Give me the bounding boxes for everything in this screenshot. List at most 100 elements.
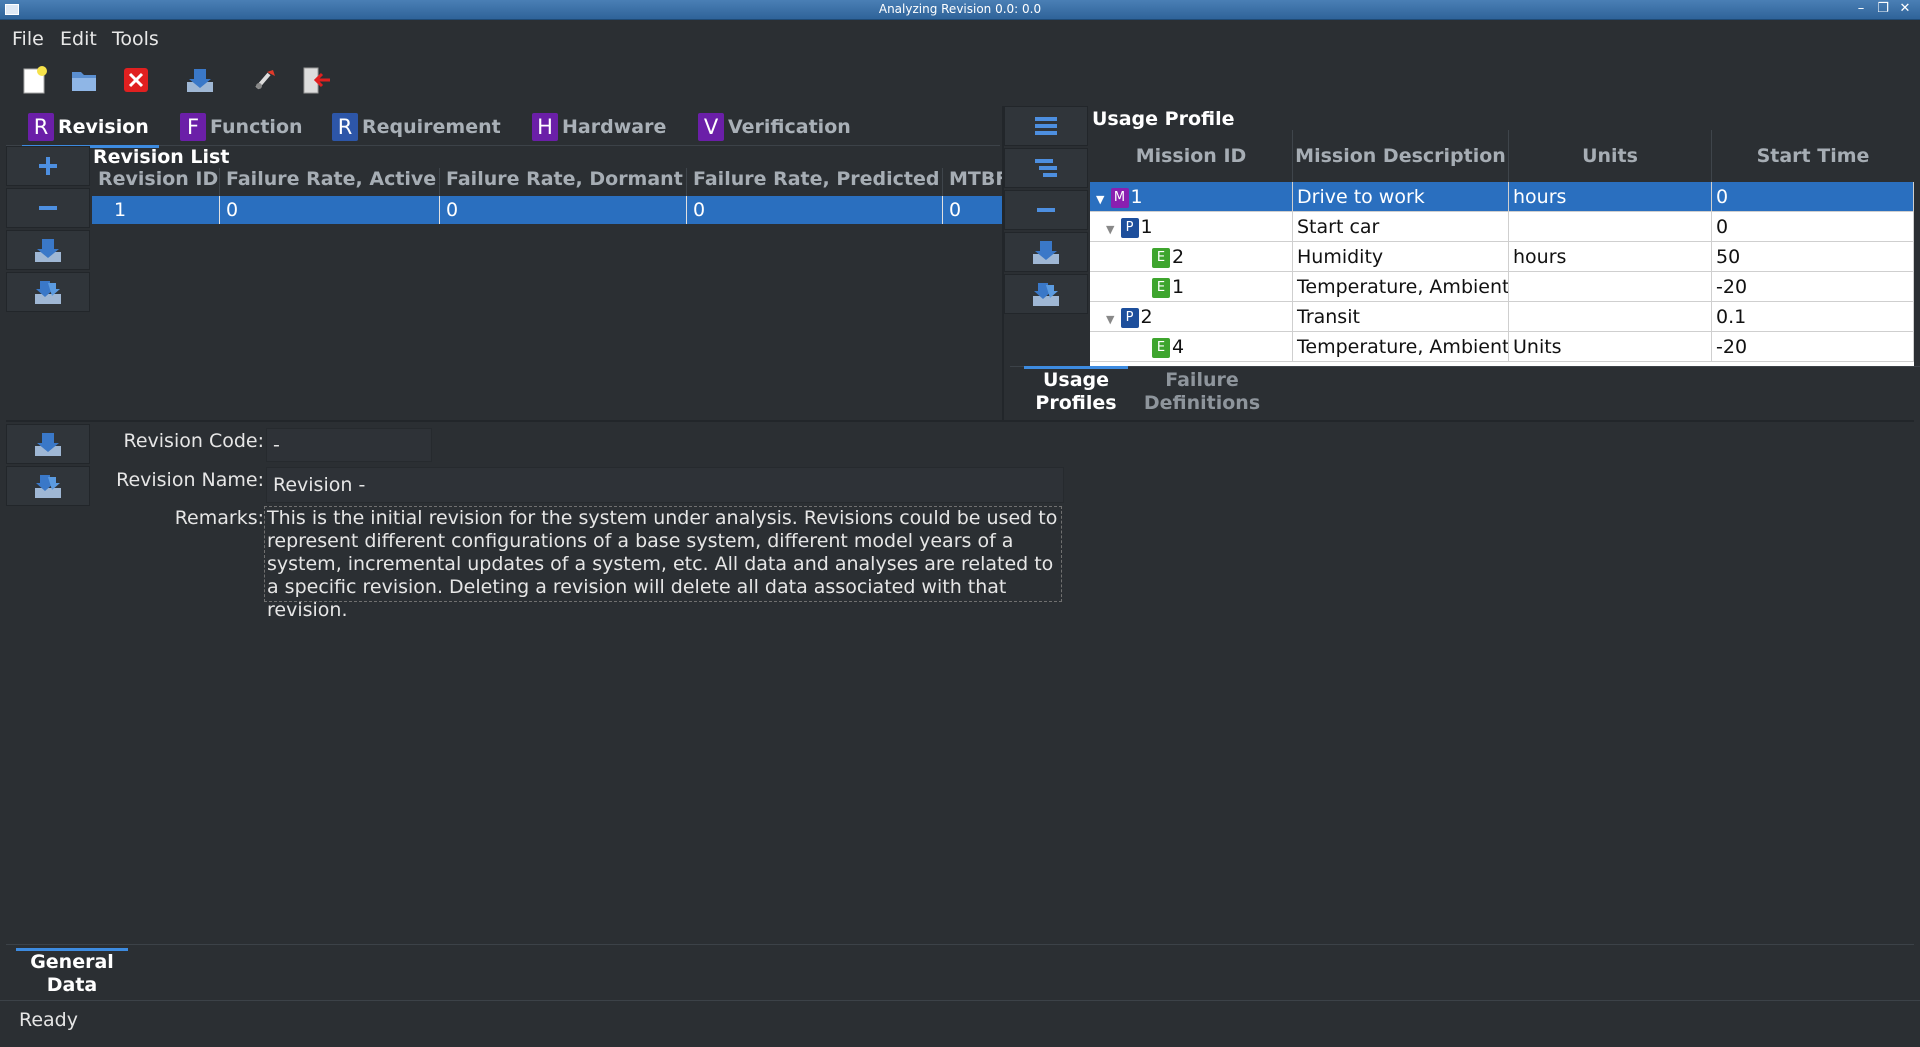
revision-list-table: Revision ID Failure Rate, Active Failure…	[92, 168, 1002, 418]
menu-bar: File Edit Tools	[0, 21, 1920, 55]
tab-requirement[interactable]: R Requirement	[332, 110, 501, 144]
environment-icon: E	[1152, 337, 1170, 358]
revision-list-toolbar	[6, 146, 90, 314]
save-usage-button[interactable]	[1004, 232, 1088, 272]
requirement-icon: R	[332, 113, 358, 141]
expander-arrow-icon[interactable]: ▼	[1106, 313, 1114, 326]
remove-item-button[interactable]	[1004, 190, 1088, 230]
remarks-textarea[interactable]: This is the initial revision for the sys…	[264, 506, 1062, 621]
cell	[1509, 212, 1712, 241]
menu-edit[interactable]: Edit	[60, 28, 97, 50]
usage-profile-toolbar	[1004, 106, 1088, 316]
save-all-icon	[35, 281, 61, 304]
tab-label: Function	[210, 116, 303, 138]
column-header[interactable]: Failure Rate, Dormant	[440, 168, 687, 196]
remarks-label: Remarks:	[174, 507, 264, 529]
menu-tools[interactable]: Tools	[112, 28, 159, 50]
column-header[interactable]: Mission Description	[1293, 130, 1509, 182]
close-window-button[interactable]: ✕	[1896, 1, 1914, 17]
cell: -20	[1712, 272, 1914, 301]
table-header: Revision ID Failure Rate, Active Failure…	[92, 168, 1002, 196]
minimize-button[interactable]: –	[1852, 1, 1870, 17]
bottom-tabs: General Data	[6, 944, 1914, 996]
general-data-toolbar	[6, 424, 90, 508]
save-all-icon	[1033, 283, 1059, 306]
tab-general-data[interactable]: General Data	[16, 948, 128, 997]
minus-icon	[39, 206, 57, 210]
environment-icon: E	[1152, 247, 1170, 268]
usage-profile-tree: Mission ID Mission Description Units Sta…	[1090, 130, 1914, 366]
revision-code-field[interactable]: -	[266, 428, 432, 462]
cell: 0	[687, 196, 943, 224]
open-project-button[interactable]	[66, 62, 102, 98]
horizontal-splitter[interactable]	[6, 420, 1914, 422]
column-header[interactable]: Failure Rate, Active	[220, 168, 440, 196]
tab-function[interactable]: F Function	[180, 110, 303, 144]
column-header[interactable]: Failure Rate, Predicted	[687, 168, 943, 196]
cell: hours	[1509, 242, 1712, 271]
tree-row-phase[interactable]: ▼ P2 Transit 0.1	[1090, 302, 1914, 332]
save-all-icon	[35, 475, 61, 498]
column-header[interactable]: Units	[1509, 130, 1712, 182]
save-button[interactable]	[182, 62, 218, 98]
cell: 0	[949, 199, 962, 221]
save-all-revisions-button[interactable]	[6, 272, 90, 312]
expander-arrow-icon[interactable]: ▼	[1106, 223, 1114, 236]
cell: 0	[440, 196, 687, 224]
tab-hardware[interactable]: H Hardware	[532, 110, 666, 144]
save-all-general-data-button[interactable]	[6, 466, 90, 506]
tools-icon	[255, 70, 275, 90]
add-sibling-button[interactable]	[1004, 106, 1088, 146]
restore-button[interactable]: ❐	[1874, 1, 1892, 17]
tab-usage-profiles[interactable]: Usage Profiles	[1024, 366, 1128, 415]
tab-label: Verification	[728, 116, 851, 138]
cell: Transit	[1293, 302, 1509, 331]
save-general-data-button[interactable]	[6, 424, 90, 464]
phase-icon: P	[1120, 217, 1139, 238]
tab-label: Requirement	[362, 116, 501, 138]
tab-failure-definitions[interactable]: Failure Definitions	[1132, 369, 1272, 415]
preferences-button[interactable]	[248, 62, 284, 98]
save-revision-button[interactable]	[6, 230, 90, 270]
tree-row-phase[interactable]: ▼ P1 Start car 0	[1090, 212, 1914, 242]
expander-arrow-icon[interactable]: ▼	[1096, 193, 1104, 206]
cell: -20	[1712, 332, 1914, 361]
save-all-usage-button[interactable]	[1004, 274, 1088, 314]
cell: Drive to work	[1293, 182, 1509, 211]
cell: 0	[1712, 212, 1914, 241]
main-toolbar	[0, 58, 1920, 102]
cell: 1	[92, 196, 220, 224]
menu-file[interactable]: File	[12, 28, 44, 50]
column-header[interactable]: Start Time	[1712, 130, 1914, 182]
revision-list-title: Revision List	[93, 146, 230, 168]
column-header[interactable]: Revision ID	[92, 168, 220, 196]
list-icon	[1035, 117, 1057, 135]
revision-name-field[interactable]: Revision -	[266, 467, 1064, 503]
cell: hours	[1509, 182, 1712, 211]
indent-list-icon	[1035, 159, 1057, 177]
tab-revision[interactable]: R Revision	[22, 110, 159, 148]
column-header[interactable]: Mission ID	[1090, 130, 1293, 182]
cell: 0.1	[1712, 302, 1914, 331]
table-row[interactable]: 1 0 0 0 0	[92, 196, 1002, 224]
remove-revision-button[interactable]	[6, 188, 90, 228]
new-project-button[interactable]	[16, 62, 52, 98]
close-project-button[interactable]	[118, 62, 154, 98]
tree-row-mission[interactable]: ▼ M1 Drive to work hours 0	[1090, 182, 1914, 212]
workbook-tabs: R Revision F Function R Requirement H Ha…	[6, 106, 1000, 148]
folder-open-icon	[72, 72, 96, 91]
phase-id: 1	[1140, 216, 1153, 238]
cell	[1509, 272, 1712, 301]
tree-row-environment[interactable]: E1 Temperature, Ambient -20	[1090, 272, 1914, 302]
cell: 50	[1712, 242, 1914, 271]
column-header[interactable]: MTBF	[943, 168, 1002, 196]
tree-row-environment[interactable]: E2 Humidity hours 50	[1090, 242, 1914, 272]
tree-row-environment[interactable]: E4 Temperature, Ambient Units -20	[1090, 332, 1914, 362]
cell	[1509, 302, 1712, 331]
add-child-button[interactable]	[1004, 148, 1088, 188]
exit-button[interactable]	[298, 62, 334, 98]
verification-icon: V	[698, 113, 724, 141]
tab-verification[interactable]: V Verification	[698, 110, 851, 144]
plus-icon	[39, 157, 57, 175]
add-revision-button[interactable]	[6, 146, 90, 186]
